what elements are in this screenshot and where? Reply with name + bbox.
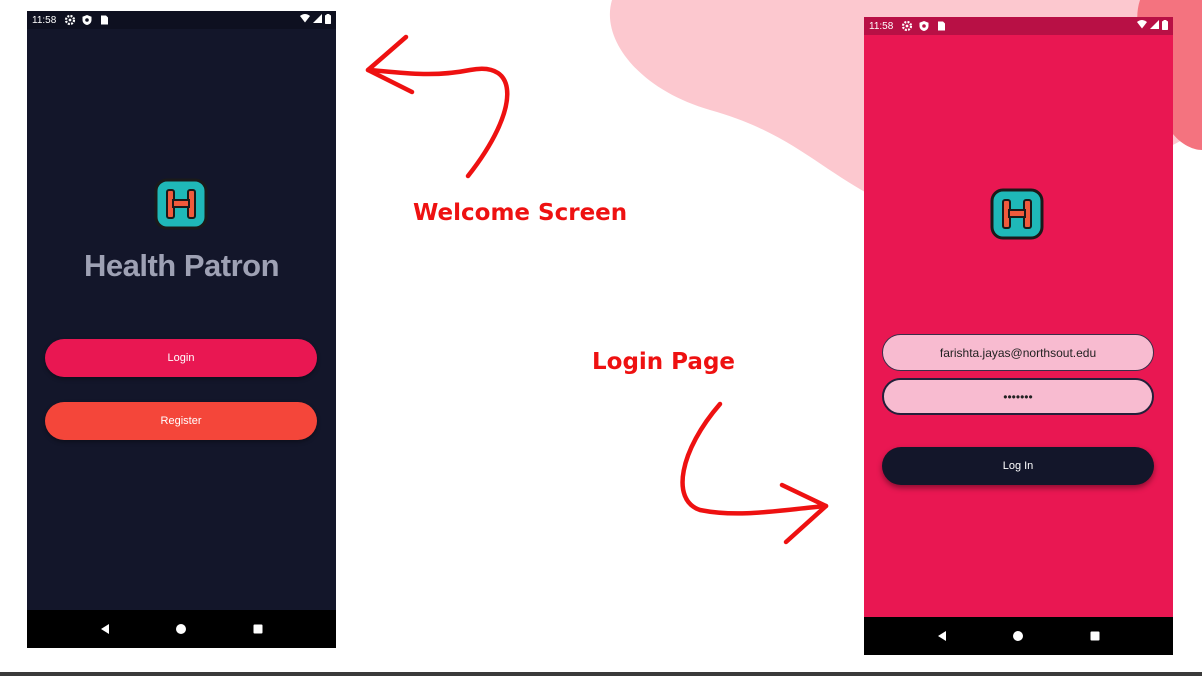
sim-card-icon: [935, 20, 947, 32]
shield-icon: [918, 20, 930, 32]
home-icon[interactable]: [1010, 628, 1026, 644]
slide-bottom-border: [0, 672, 1202, 676]
status-time: 11:58: [869, 20, 894, 32]
shield-icon: [81, 14, 93, 26]
battery-icon: [325, 13, 331, 27]
status-bar: 11:58: [27, 11, 336, 29]
login-page-caption: Login Page: [592, 349, 736, 375]
log-in-button[interactable]: Log In: [882, 447, 1154, 485]
status-time: 11:58: [32, 14, 57, 26]
home-icon[interactable]: [173, 621, 189, 637]
health-patron-logo-icon: [990, 188, 1044, 240]
welcome-screen-phone: 11:58 Health Patron Login Register: [27, 11, 336, 648]
login-button[interactable]: Login: [45, 339, 317, 377]
gear-icon: [64, 14, 76, 26]
wifi-icon: [300, 14, 310, 26]
wifi-icon: [1137, 20, 1147, 32]
signal-icon: [313, 14, 322, 26]
gear-icon: [901, 20, 913, 32]
back-icon[interactable]: [934, 628, 950, 644]
welcome-screen-caption: Welcome Screen: [413, 200, 628, 226]
recents-icon[interactable]: [1087, 628, 1103, 644]
register-button[interactable]: Register: [45, 402, 317, 440]
battery-icon: [1162, 19, 1168, 33]
app-title: Health Patron: [83, 248, 280, 283]
recents-icon[interactable]: [250, 621, 266, 637]
login-page-phone: 11:58 farishta.jayas@northsout.edu •••••…: [864, 17, 1173, 655]
back-icon[interactable]: [97, 621, 113, 637]
signal-icon: [1150, 20, 1159, 32]
navigation-bar: [27, 610, 336, 648]
slide-canvas: 11:58 Health Patron Login Register 11:58…: [0, 0, 1202, 676]
health-patron-logo-icon: [154, 178, 208, 230]
email-field[interactable]: farishta.jayas@northsout.edu: [882, 334, 1154, 371]
sim-card-icon: [98, 14, 110, 26]
password-field[interactable]: •••••••: [882, 378, 1154, 415]
status-bar: 11:58: [864, 17, 1173, 35]
navigation-bar: [864, 617, 1173, 655]
